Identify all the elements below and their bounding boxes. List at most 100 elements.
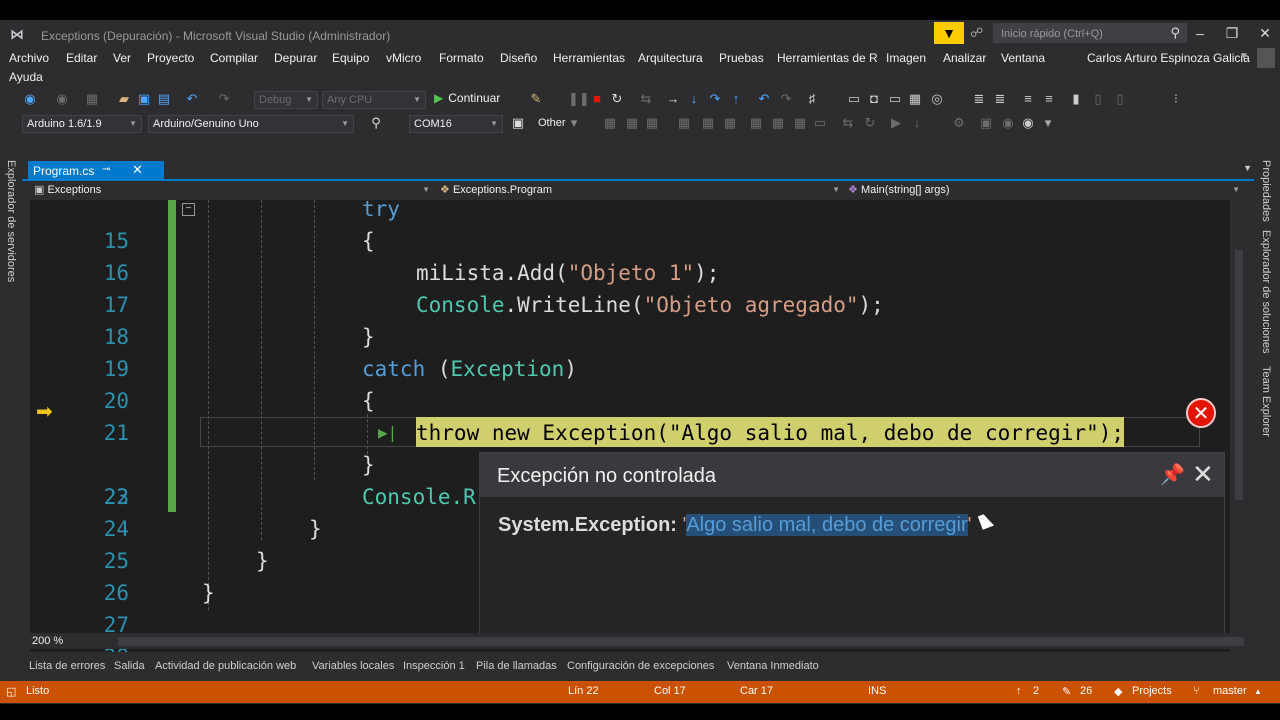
chip-icon[interactable]: ◉ — [1000, 115, 1016, 131]
library-icon[interactable]: ▦ — [748, 115, 764, 131]
tab-exception-settings[interactable]: Configuración de excepciones — [567, 660, 714, 672]
chevron-up-icon[interactable]: ▲ — [1254, 687, 1262, 696]
serial-monitor-icon[interactable]: ▣ — [510, 115, 526, 131]
undo-debug-icon[interactable]: ↶ — [756, 91, 772, 107]
programmer-icon[interactable]: ▦ — [700, 115, 716, 131]
menu-analizar[interactable]: Analizar — [943, 51, 986, 65]
chevron-down-icon[interactable]: ▼ — [1243, 163, 1252, 173]
properties-tab[interactable]: Propiedades — [1260, 160, 1272, 222]
member-dropdown[interactable]: ❖ Main(string[] args) ▼ — [848, 181, 1244, 199]
server-explorer-tab[interactable]: Explorador de servidores — [5, 160, 17, 282]
save-all-icon[interactable]: ▤ — [156, 91, 172, 107]
pin-icon[interactable]: ⊸ — [102, 164, 110, 175]
examples-icon[interactable]: ▦ — [770, 115, 786, 131]
chevron-down-icon[interactable]: ▾ — [566, 115, 582, 131]
file-icon[interactable]: ▭ — [812, 115, 828, 131]
step-loop-icon[interactable]: ↷ — [707, 91, 723, 107]
attach-process-icon[interactable]: ✎ — [528, 91, 544, 107]
close-window-icon[interactable]: ✕ — [1255, 25, 1275, 42]
exception-error-icon[interactable]: ✕ — [1186, 398, 1216, 428]
minimize-icon[interactable]: – — [1190, 25, 1210, 41]
tab-output[interactable]: Salida — [114, 660, 145, 672]
tab-watch-1[interactable]: Inspección 1 — [403, 660, 465, 672]
project-dropdown[interactable]: ▣ Exceptions ▼ — [34, 181, 434, 199]
pending-changes-count[interactable]: 26 — [1080, 685, 1092, 697]
close-icon[interactable]: ✕ — [132, 162, 143, 178]
repo-icon[interactable]: ◆ — [1114, 685, 1122, 698]
redo-icon[interactable]: ↷ — [216, 91, 232, 107]
projects-selector[interactable]: Projects — [1132, 685, 1172, 697]
prev-bookmark-icon[interactable]: ▯ — [1090, 91, 1106, 107]
verify-icon[interactable]: ▦ — [644, 115, 660, 131]
menu-herramientas[interactable]: Herramientas — [553, 51, 625, 65]
menu-proyecto[interactable]: Proyecto — [147, 51, 194, 65]
feedback-icon[interactable]: ☍ — [970, 25, 983, 41]
toolbar-overflow-icon[interactable]: ▾ — [1040, 115, 1056, 131]
outdent-icon[interactable]: ≣ — [992, 91, 1008, 107]
indent-icon[interactable]: ≣ — [971, 91, 987, 107]
pause-icon[interactable]: ❚❚ — [568, 91, 590, 107]
menu-pruebas[interactable]: Pruebas — [719, 51, 764, 65]
uncomment-icon[interactable]: ≡ — [1041, 91, 1057, 106]
tab-program-cs[interactable]: Program.cs ⊸ ✕ — [28, 161, 164, 181]
save-icon[interactable]: ▣ — [136, 91, 152, 107]
globe-icon[interactable]: ◎ — [929, 91, 945, 107]
quick-launch-input[interactable]: Inicio rápido (Ctrl+Q) ⚲ — [993, 23, 1187, 43]
board-select[interactable]: Arduino/Genuino Uno ▼ — [148, 115, 354, 133]
menu-depurar[interactable]: Depurar — [274, 51, 317, 65]
restart-icon[interactable]: ↻ — [609, 91, 625, 107]
comment-icon[interactable]: ≡ — [1020, 91, 1036, 106]
horizontal-scrollbar[interactable] — [118, 637, 1244, 646]
upload-icon[interactable]: ▦ — [624, 115, 640, 131]
port-select[interactable]: COM16 ▼ — [409, 115, 503, 133]
hex-display-icon[interactable]: ♯ — [804, 91, 820, 106]
menu-diseno[interactable]: Diseño — [500, 51, 537, 65]
swap-icon[interactable]: ⇆ — [840, 115, 856, 131]
run-icon[interactable]: ▶ — [888, 115, 904, 131]
camera-icon[interactable]: ◘ — [866, 91, 882, 106]
device-icon[interactable]: ▣ — [978, 115, 994, 131]
menu-herramientas-de-r[interactable]: Herramientas de R — [777, 51, 878, 65]
menu-formato[interactable]: Formato — [439, 51, 484, 65]
restore-icon[interactable]: ❐ — [1222, 25, 1242, 42]
close-icon[interactable]: ✕ — [1192, 459, 1214, 490]
board-version-select[interactable]: Arduino 1.6/1.9 ▼ — [22, 115, 142, 133]
solution-configuration-select[interactable]: Debug ▼ — [254, 91, 318, 109]
next-bookmark-icon[interactable]: ▯ — [1112, 91, 1128, 107]
pencil-icon[interactable]: ✎ — [1062, 685, 1071, 698]
notifications-filter-icon[interactable]: ▼ — [934, 22, 964, 44]
redo-debug-icon[interactable]: ↷ — [778, 91, 794, 107]
navigate-forward-icon[interactable]: ◉ — [54, 91, 70, 107]
undo-icon[interactable]: ↶ — [184, 91, 200, 107]
tab-web-publish-activity[interactable]: Actividad de publicación web — [155, 660, 296, 672]
build-icon[interactable]: ▦ — [602, 115, 618, 131]
user-name[interactable]: Carlos Arturo Espinoza Galicia — [1087, 51, 1250, 65]
bookmark-icon[interactable]: ▮ — [1068, 91, 1084, 107]
show-next-statement-icon[interactable]: ⇆ — [638, 91, 654, 107]
step-over-icon[interactable]: ↓ — [686, 91, 702, 106]
menu-ayuda[interactable]: Ayuda — [9, 70, 43, 84]
output-window-icon[interactable]: ◱ — [6, 685, 16, 698]
tab-immediate-window[interactable]: Ventana Inmediato — [727, 660, 819, 672]
stop-icon[interactable]: ■ — [589, 91, 605, 106]
menu-equipo[interactable]: Equipo — [332, 51, 369, 65]
scrollbar-thumb[interactable] — [1235, 250, 1243, 500]
menu-editar[interactable]: Editar — [66, 51, 97, 65]
menu-ventana[interactable]: Ventana — [1001, 51, 1045, 65]
arrow-up-icon[interactable]: ↑ — [1016, 685, 1022, 697]
continue-button[interactable]: ▶ Continuar — [434, 91, 500, 105]
team-explorer-tab[interactable]: Team Explorer — [1260, 366, 1272, 437]
class-dropdown[interactable]: ❖ Exceptions.Program ▼ — [440, 181, 844, 199]
vertical-scrollbar[interactable] — [1230, 200, 1246, 652]
grid-icon[interactable]: ▦ — [907, 91, 923, 107]
image-icon[interactable]: ▭ — [887, 91, 903, 107]
new-project-icon[interactable]: ▦ — [84, 91, 100, 107]
branch-selector[interactable]: master — [1213, 685, 1247, 697]
tab-call-stack[interactable]: Pila de llamadas — [476, 660, 557, 672]
settings-icon[interactable]: ⚙ — [951, 115, 967, 131]
navigate-back-icon[interactable]: ◉ — [22, 91, 38, 107]
serial-search-icon[interactable]: ⚲ — [368, 115, 384, 131]
pin-icon[interactable]: 📌 — [1160, 462, 1185, 487]
clean-icon[interactable]: ▦ — [676, 115, 692, 131]
burn-icon[interactable]: ▦ — [722, 115, 738, 131]
